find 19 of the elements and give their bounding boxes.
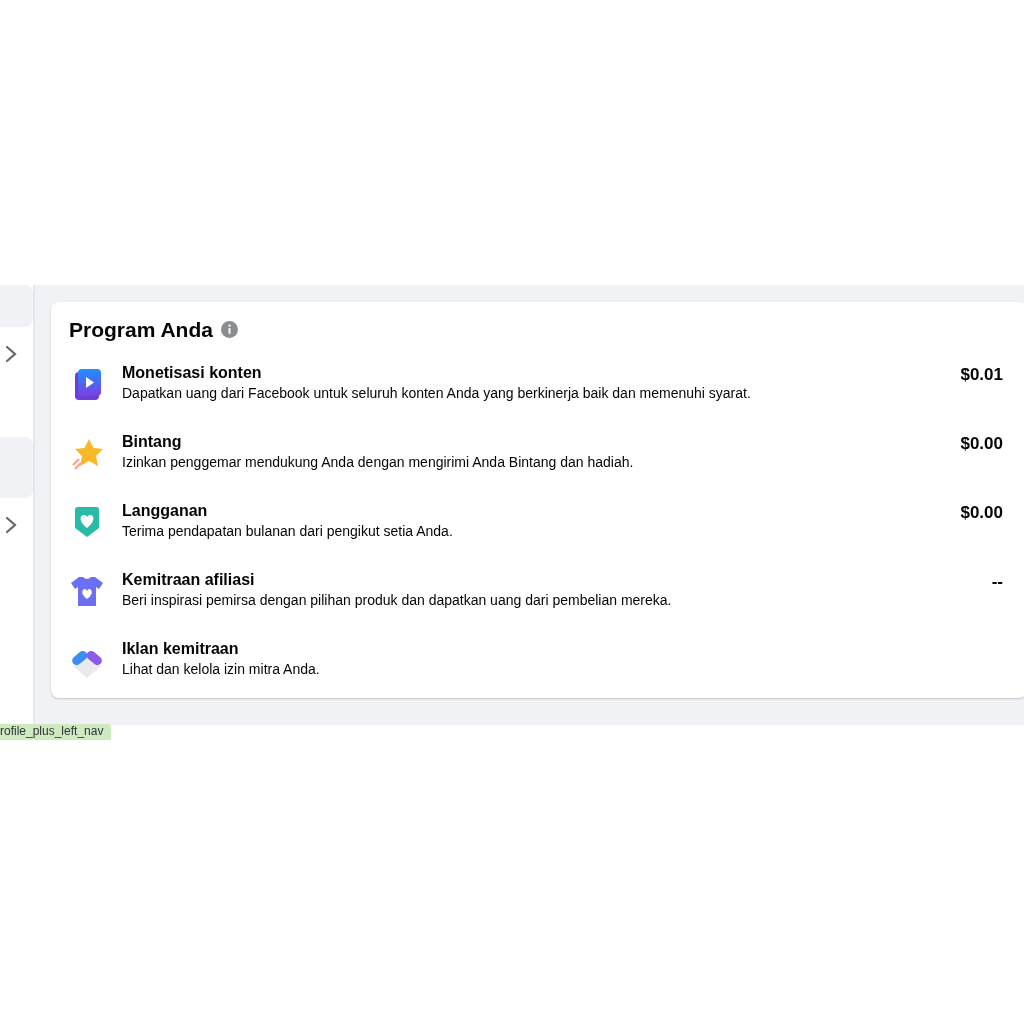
program-title[interactable]: Langganan [122, 499, 453, 522]
program-title[interactable]: Bintang [122, 430, 634, 453]
info-icon[interactable] [220, 321, 238, 339]
earnings-amount: $0.00 [960, 432, 1003, 455]
earnings-amount: -- [991, 570, 1003, 593]
program-description: Lihat dan kelola izin mitra Anda. [122, 660, 320, 680]
earnings-amount: $0.00 [960, 501, 1003, 524]
program-description: Izinkan penggemar mendukung Anda dengan mengirimi Anda Bintang dan hadiah. [122, 453, 634, 473]
chevron-right-icon[interactable] [4, 516, 18, 534]
chevron-right-icon[interactable] [4, 345, 18, 363]
program-description: Dapatkan uang dari Facebook untuk seluruh konten Anda yang berkinerja baik dan memenuhi syarat. [122, 384, 751, 404]
program-title[interactable]: Monetisasi konten [122, 361, 751, 384]
program-title[interactable]: Iklan kemitraan [122, 637, 320, 660]
earnings-amount: $0.01 [960, 363, 1003, 386]
debug-label: rofile_plus_left_nav [0, 724, 112, 740]
program-title[interactable]: Kemitraan afiliasi [122, 568, 672, 591]
program-description: Terima pendapatan bulanan dari pengikut setia Anda. [122, 522, 453, 542]
program-description: Beri inspirasi pemirsa dengan pilihan produk dan dapatkan uang dari pembelian mereka. [122, 591, 672, 611]
section-title: Program Anda [69, 317, 213, 343]
